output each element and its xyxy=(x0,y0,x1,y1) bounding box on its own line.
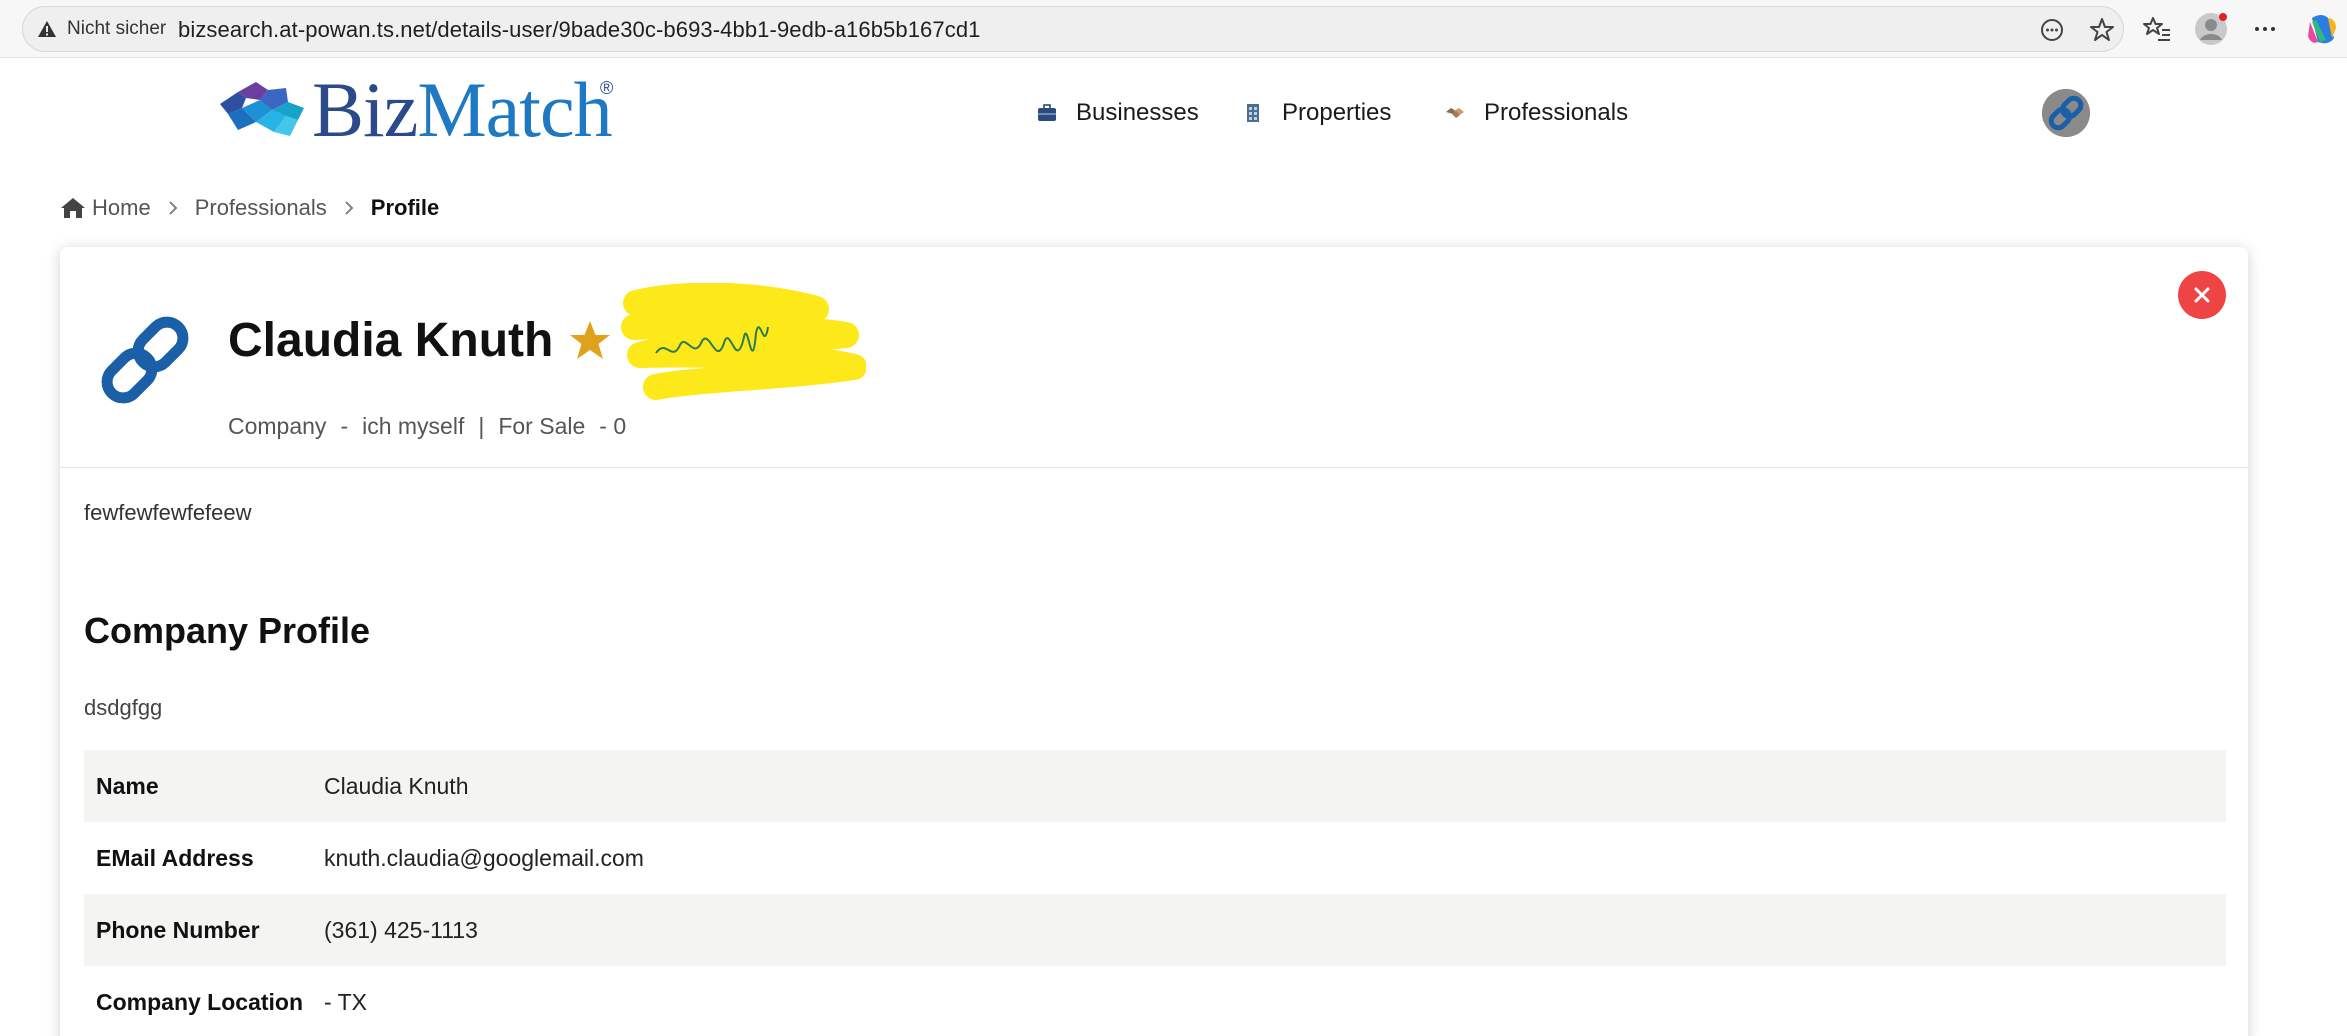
profile-icon[interactable] xyxy=(2194,12,2228,46)
favorites-list-icon[interactable] xyxy=(2142,14,2172,44)
puzzle-logo-icon xyxy=(220,82,304,136)
briefcase-icon xyxy=(1038,104,1056,121)
browser-toolbar: Nicht sicher bizsearch.at-powan.ts.net/d… xyxy=(0,0,2347,58)
home-icon[interactable] xyxy=(60,196,86,220)
warning-triangle-icon xyxy=(38,21,56,37)
handshake-icon xyxy=(1446,108,1464,118)
nav-professionals-label: Professionals xyxy=(1484,99,1629,126)
nav-businesses[interactable]: Businesses xyxy=(1036,98,1199,128)
profile-name: Claudia Knuth xyxy=(228,314,554,367)
profile-meta: Company - ich myself | For Sale - 0 xyxy=(228,413,626,440)
profile-description: fewfewfewfefeew xyxy=(84,500,252,525)
bizmatch-logo[interactable]: BizMatch ® xyxy=(216,70,616,150)
email-value[interactable]: knuth.claudia@googlemail.com xyxy=(324,845,644,872)
table-row: Phone Number (361) 425-1113 xyxy=(84,894,2226,966)
meta-dash: - xyxy=(340,413,349,439)
row-key: Name xyxy=(96,772,159,799)
signature-scribble-image xyxy=(621,283,866,400)
for-sale-value: - 0 xyxy=(599,413,627,439)
more-menu-icon[interactable] xyxy=(2250,14,2280,44)
logo-registered-mark: ® xyxy=(600,78,614,98)
reader-mode-icon[interactable] xyxy=(2039,17,2065,43)
logo-wordmark: BizMatch xyxy=(312,66,613,153)
breadcrumb-professionals[interactable]: Professionals xyxy=(195,195,327,221)
table-row: Company Location - TX xyxy=(84,966,2226,1036)
table-row: EMail Address knuth.claudia@googlemail.c… xyxy=(84,822,2226,894)
security-label[interactable]: Nicht sicher xyxy=(67,18,166,40)
user-avatar[interactable] xyxy=(2042,89,2090,137)
building-icon xyxy=(1247,104,1259,122)
nav-properties-label: Properties xyxy=(1282,99,1392,126)
chain-link-icon xyxy=(2042,89,2090,137)
row-key: Company Location xyxy=(96,988,304,1015)
copilot-icon[interactable] xyxy=(2304,12,2340,48)
star-icon xyxy=(570,321,610,359)
phone-value[interactable]: (361) 425-1113 xyxy=(324,917,478,944)
company-value: ich myself xyxy=(362,413,465,439)
profile-card: Claudia Knuth Company - ich myself | For Sal… xyxy=(60,247,2248,1036)
row-value: - TX xyxy=(324,988,368,1015)
close-icon xyxy=(2194,287,2210,303)
profile-header: Claudia Knuth Company - ich myself | For Sal… xyxy=(60,247,2248,468)
profile-details-table: Name Claudia Knuth EMail Address knuth.c… xyxy=(84,750,2226,1036)
url-text[interactable]: bizsearch.at-powan.ts.net/details-user/9… xyxy=(178,17,981,43)
meta-divider: | xyxy=(478,413,485,439)
company-profile-text: dsdgfgg xyxy=(84,695,163,720)
row-key: Phone Number xyxy=(96,916,260,943)
nav-businesses-label: Businesses xyxy=(1076,99,1199,126)
close-button[interactable] xyxy=(2178,271,2226,319)
row-key: EMail Address xyxy=(96,844,254,871)
company-profile-heading: Company Profile xyxy=(84,610,371,651)
table-row: Name Claudia Knuth xyxy=(84,750,2226,822)
address-bar[interactable]: Nicht sicher bizsearch.at-powan.ts.net/d… xyxy=(22,6,2124,52)
breadcrumb: Home Professionals Profile xyxy=(60,193,439,223)
breadcrumb-current: Profile xyxy=(370,195,440,220)
breadcrumb-home[interactable]: Home xyxy=(92,195,151,221)
row-value: Claudia Knuth xyxy=(324,772,469,799)
company-label: Company xyxy=(228,413,327,439)
chevron-right-icon xyxy=(345,201,354,215)
chevron-right-icon xyxy=(169,201,177,215)
for-sale-label: For Sale xyxy=(498,413,586,439)
company-logo-chain-icon xyxy=(101,316,189,404)
nav-properties[interactable]: Properties xyxy=(1242,98,1391,128)
nav-professionals[interactable]: Professionals xyxy=(1444,98,1628,128)
favorite-star-icon[interactable] xyxy=(2089,17,2115,43)
